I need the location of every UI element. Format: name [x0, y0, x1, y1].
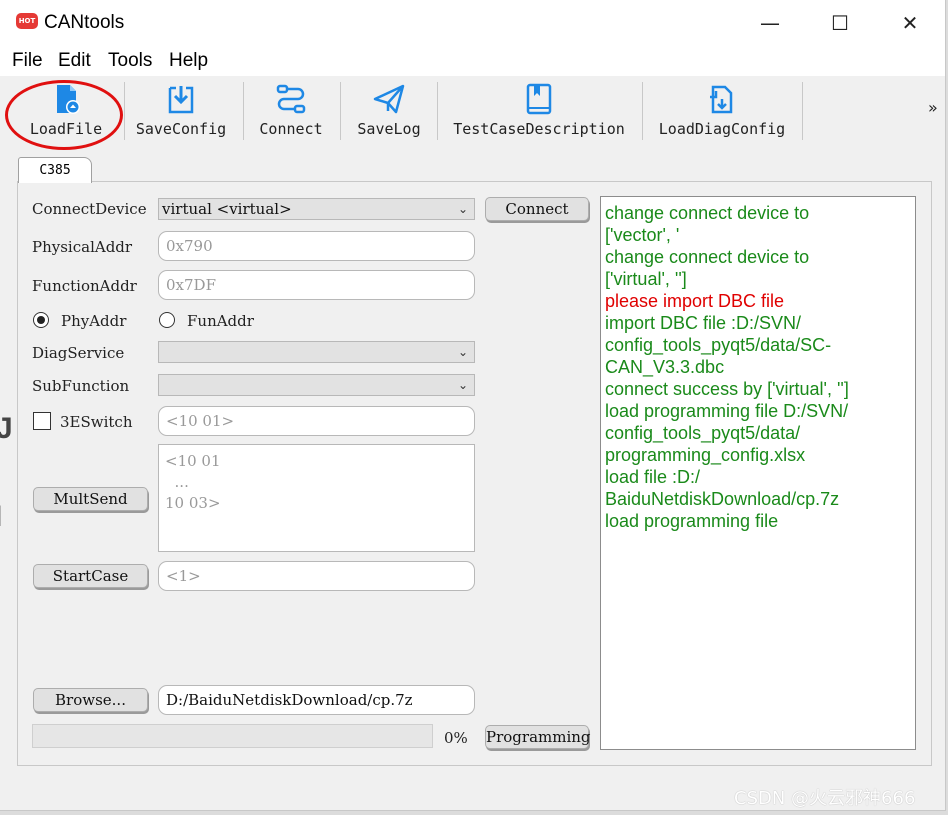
menu-tools[interactable]: Tools — [108, 50, 152, 72]
chevron-down-icon: ⌄ — [457, 378, 468, 392]
connect-device-value: virtual <virtual> — [162, 200, 292, 218]
log-line: change connect device to — [605, 247, 810, 267]
title-bar: HOT CANtools — ☐ ✕ — [0, 0, 945, 46]
log-line: import DBC file :D:/SVN/ — [605, 313, 802, 333]
saveconfig-label: SaveConfig — [135, 120, 227, 138]
physical-addr-label: PhysicalAddr — [32, 238, 133, 256]
toolbar: LoadFile SaveConfig Connect SaveLog Test… — [0, 76, 945, 146]
close-icon: ✕ — [901, 11, 919, 35]
saveconfig-button[interactable]: SaveConfig — [130, 80, 232, 144]
log-line: CAN_V3.3.dbc — [605, 357, 725, 377]
sub-function-label: SubFunction — [32, 377, 130, 395]
3eswitch-label: 3ESwitch — [60, 413, 133, 431]
maximize-icon: ☐ — [831, 11, 849, 35]
diag-service-label: DiagService — [32, 344, 125, 362]
log-line: programming_config.xlsx — [605, 445, 806, 465]
testcasedescription-button[interactable]: TestCaseDescription — [446, 80, 632, 144]
background-fragment: J — [0, 412, 13, 445]
log-output: change connect device to ['vector', ' chan… — [600, 196, 916, 750]
menu-help[interactable]: Help — [169, 50, 208, 72]
log-line: load file :D:/ — [605, 467, 701, 487]
log-line: load programming file D:/SVN/ — [605, 401, 849, 421]
function-addr-input[interactable]: 0x7DF — [158, 270, 475, 300]
toolbar-separator — [642, 82, 643, 140]
progress-percent: 0% — [444, 729, 468, 747]
menu-bar: File Edit Tools Help — [0, 46, 945, 76]
savelog-button[interactable]: SaveLog — [348, 80, 430, 144]
log-line: please import DBC file — [605, 291, 785, 311]
paper-plane-icon — [373, 84, 405, 114]
startcase-input[interactable]: <1> — [158, 561, 475, 591]
multsend-button[interactable]: MultSend — [33, 487, 148, 511]
tab-c385[interactable]: C385 — [18, 157, 92, 183]
chevron-down-icon: ⌄ — [457, 202, 468, 216]
menu-edit[interactable]: Edit — [58, 50, 91, 72]
connect-toolbar-label: Connect — [259, 120, 323, 138]
diag-service-select[interactable]: ⌄ — [158, 341, 475, 363]
doc-reload-icon — [710, 85, 733, 114]
sub-function-select[interactable]: ⌄ — [158, 374, 475, 396]
log-line: ['virtual', ''] — [605, 269, 687, 289]
toolbar-separator — [243, 82, 244, 140]
close-button[interactable]: ✕ — [875, 0, 945, 46]
testcasedescription-label: TestCaseDescription — [453, 120, 625, 138]
window-title: CANtools — [44, 12, 125, 33]
log-line: load programming file — [605, 511, 779, 531]
highlight-circle — [5, 80, 123, 150]
connect-device-label: ConnectDevice — [32, 200, 147, 218]
3eswitch-checkbox[interactable] — [33, 412, 51, 430]
funaddr-label: FunAddr — [187, 312, 254, 330]
log-line: config_tools_pyqt5/data/ — [605, 423, 801, 443]
log-line: BaiduNetdiskDownload/cp.7z — [605, 489, 840, 509]
loaddiagconfig-label: LoadDiagConfig — [658, 120, 786, 138]
background-fragment: I — [0, 500, 2, 534]
log-line: change connect device to — [605, 203, 810, 223]
progress-bar — [32, 724, 433, 748]
minimize-icon: — — [760, 11, 780, 35]
toolbar-overflow-icon[interactable]: » — [928, 98, 938, 117]
connect-device-select[interactable]: virtual <virtual> ⌄ — [158, 198, 475, 220]
connect-button[interactable]: Connect — [485, 197, 589, 221]
3eswitch-input[interactable]: <10 01> — [158, 406, 475, 436]
menu-file[interactable]: File — [12, 50, 43, 72]
multsend-textarea[interactable]: <10 01 ... 10 03> — [158, 444, 475, 552]
function-addr-label: FunctionAddr — [32, 277, 137, 295]
savelog-label: SaveLog — [357, 120, 421, 138]
startcase-button[interactable]: StartCase — [33, 564, 148, 588]
log-line: connect success by ['virtual', ''] — [605, 379, 849, 399]
loaddiagconfig-button[interactable]: LoadDiagConfig — [650, 80, 794, 144]
save-download-icon — [168, 86, 194, 114]
file-path-input[interactable]: D:/BaiduNetdiskDownload/cp.7z — [158, 685, 475, 715]
app-hot-icon: HOT — [16, 13, 38, 29]
connect-toolbar-button[interactable]: Connect — [250, 80, 332, 144]
browse-button[interactable]: Browse... — [33, 688, 148, 712]
toolbar-separator — [340, 82, 341, 140]
toolbar-separator — [802, 82, 803, 140]
chevron-down-icon: ⌄ — [457, 345, 468, 359]
phyaddr-radio[interactable] — [33, 312, 49, 328]
watermark: CSDN @火云邪神666 — [734, 788, 916, 809]
physical-addr-input[interactable]: 0x790 — [158, 231, 475, 261]
connect-route-icon — [276, 84, 306, 114]
book-icon — [526, 83, 552, 115]
minimize-button[interactable]: — — [735, 0, 805, 46]
app-window: HOT CANtools — ☐ ✕ File Edit Tools Help … — [0, 0, 946, 811]
phyaddr-label: PhyAddr — [61, 312, 127, 330]
programming-button[interactable]: Programming — [485, 725, 591, 749]
toolbar-separator — [437, 82, 438, 140]
maximize-button[interactable]: ☐ — [805, 0, 875, 46]
toolbar-separator — [124, 82, 125, 140]
funaddr-radio[interactable] — [159, 312, 175, 328]
log-line: config_tools_pyqt5/data/SC- — [605, 335, 832, 355]
log-line: ['vector', ' — [605, 225, 680, 245]
